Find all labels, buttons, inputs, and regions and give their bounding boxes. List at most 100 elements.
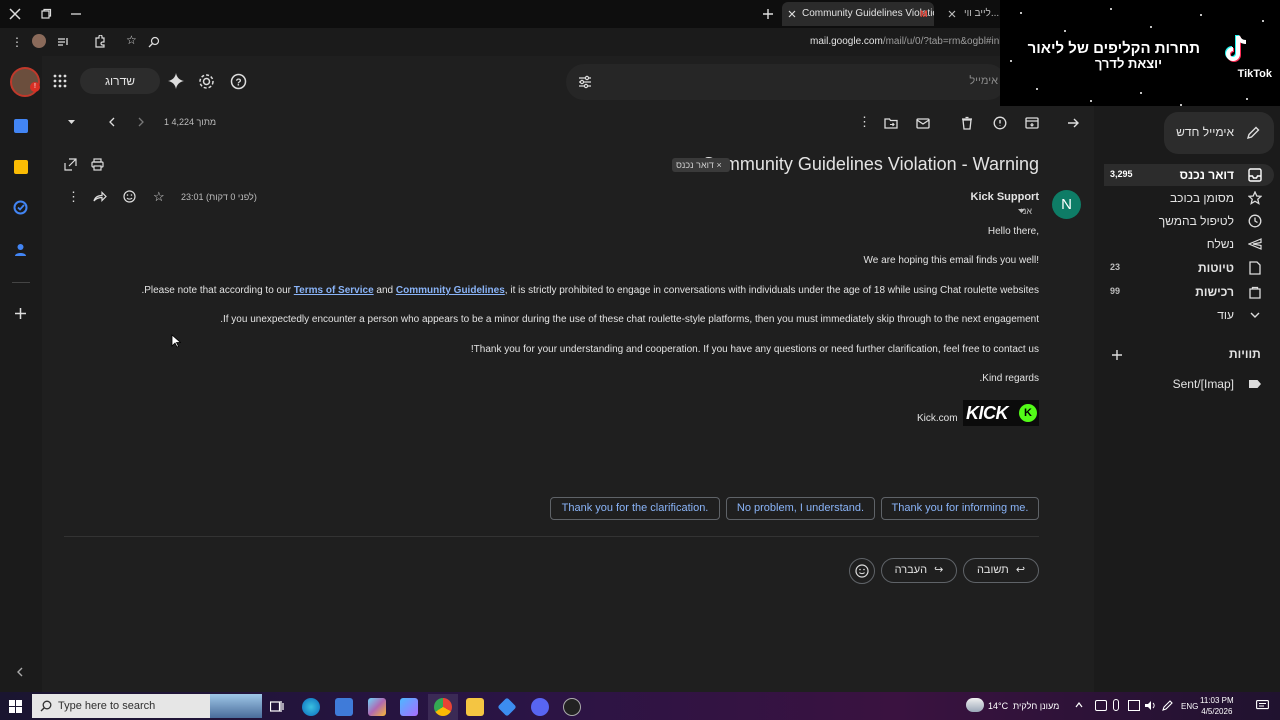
compose-button[interactable]: אימייל חדש — [1164, 112, 1274, 154]
more-options-icon[interactable]: ⋮ — [858, 114, 871, 130]
upgrade-button[interactable]: שדרוג — [80, 68, 160, 94]
task-view-icon[interactable] — [270, 700, 284, 713]
nav-item-label-sent-imap[interactable]: Sent/[Imap] — [1104, 373, 1274, 395]
search-input[interactable]: אימייל — [566, 64, 1006, 100]
label-icon — [1249, 380, 1261, 388]
store-icon[interactable] — [335, 698, 353, 716]
volume-icon[interactable] — [1144, 700, 1156, 711]
profile-avatar[interactable] — [32, 34, 46, 48]
nav-item-starred[interactable]: מסומן בכוכב — [1104, 187, 1274, 209]
labels-header: תוויות — [1229, 347, 1261, 361]
url-text[interactable]: mail.google.com/mail/u/0/?tab=rm&ogbl#in… — [810, 36, 1005, 47]
smart-reply-button[interactable]: No problem, I understand. — [726, 497, 875, 520]
obs-icon[interactable] — [563, 698, 581, 716]
nav-item-snoozed[interactable]: לטיפול בהמשך — [1104, 210, 1274, 232]
nav-item-more[interactable]: עוד — [1104, 304, 1274, 326]
media-icon[interactable] — [57, 36, 69, 48]
purchases-icon — [1249, 286, 1261, 299]
star-message-icon[interactable]: ☆ — [153, 189, 165, 205]
tasks-icon[interactable] — [13, 200, 28, 215]
edge-browser-icon[interactable] — [302, 698, 320, 716]
tab-inactive[interactable]: לייב ווי... — [942, 2, 1002, 26]
help-icon[interactable]: ? — [230, 73, 247, 90]
mouse-cursor-icon — [171, 334, 181, 348]
input-tools-dropdown-icon[interactable] — [67, 119, 76, 125]
nav-item-inbox[interactable]: 3,295 דואר נכנס — [1104, 164, 1274, 186]
reply-icon[interactable] — [93, 191, 107, 202]
keep-icon[interactable] — [14, 160, 28, 174]
message-more-icon[interactable]: ⋮ — [67, 189, 80, 205]
file-explorer-icon[interactable] — [466, 698, 484, 716]
archive-icon[interactable] — [1025, 116, 1039, 130]
bookmark-star-icon[interactable]: ☆ — [126, 33, 137, 47]
tiktok-overlay: תחרות הקליפים של ליאור יוצאת לדרך TikTok — [1000, 0, 1280, 114]
email-paragraph: .Please note that according to our Terms… — [141, 285, 1039, 296]
email-greeting: Hello there, — [987, 226, 1039, 237]
tab-title: לייב ווי... — [964, 8, 1000, 19]
label-chip-text: דואר נכנס — [676, 160, 714, 170]
tab-gmail-active[interactable]: Community Guidelines Violatio M — [782, 2, 934, 26]
mark-unread-icon[interactable] — [916, 116, 930, 130]
back-arrow-icon[interactable] — [1066, 116, 1080, 130]
taskbar-search-input[interactable]: Type here to search — [32, 694, 262, 718]
microsoft-365-icon[interactable] — [400, 698, 418, 716]
restore-window-icon[interactable] — [40, 8, 52, 20]
pencil-icon — [1246, 126, 1260, 140]
tray-app-icon[interactable] — [1095, 700, 1107, 711]
print-icon[interactable] — [91, 158, 104, 171]
taskbar-clock[interactable]: 11:03 PM 4/5/2026 — [1200, 695, 1234, 717]
calendar-icon[interactable] — [14, 119, 28, 133]
guidelines-link[interactable]: Community Guidelines — [396, 285, 505, 296]
label-chip[interactable]: דואר נכנס × — [672, 158, 730, 172]
nav-item-label: נשלח — [1206, 237, 1234, 251]
reply-button[interactable]: תשובה ↩ — [963, 558, 1039, 583]
nav-item-sent[interactable]: נשלח — [1104, 233, 1274, 255]
contacts-icon[interactable] — [13, 242, 28, 257]
emoji-reaction-button[interactable] — [849, 558, 875, 584]
zoom-icon[interactable] — [148, 36, 160, 48]
close-tab-icon[interactable] — [788, 10, 796, 18]
older-chevron-icon[interactable] — [137, 117, 145, 127]
search-options-icon[interactable] — [578, 75, 592, 89]
open-new-window-icon[interactable] — [64, 158, 77, 171]
gemini-sparkle-icon[interactable] — [168, 73, 184, 89]
apps-grid-icon[interactable] — [53, 74, 67, 88]
sender-name: Kick Support — [970, 191, 1039, 203]
notifications-icon[interactable] — [1256, 700, 1269, 712]
svg-text:?: ? — [235, 78, 241, 89]
move-to-folder-icon[interactable] — [884, 116, 898, 130]
discord-icon[interactable] — [531, 698, 549, 716]
settings-gear-icon[interactable] — [198, 73, 215, 90]
tray-overflow-icon[interactable] — [1075, 700, 1083, 710]
pen-input-icon[interactable] — [1162, 700, 1173, 711]
report-spam-icon[interactable] — [993, 116, 1007, 130]
microphone-icon[interactable] — [1113, 699, 1119, 711]
collapse-panel-icon[interactable] — [16, 667, 24, 677]
network-icon[interactable] — [1128, 700, 1140, 711]
nav-item-label: עוד — [1217, 308, 1234, 322]
new-tab-icon[interactable] — [762, 8, 774, 20]
nav-item-drafts[interactable]: 23 טיוטות — [1104, 257, 1274, 279]
terms-link[interactable]: Terms of Service — [294, 285, 374, 296]
add-reaction-icon[interactable] — [123, 190, 136, 203]
close-tab-icon[interactable] — [948, 10, 956, 18]
recipient-details-icon[interactable] — [1018, 209, 1025, 214]
delete-icon[interactable] — [960, 116, 974, 130]
windows-start-icon[interactable] — [9, 700, 22, 713]
forward-button[interactable]: העברה ↪ — [881, 558, 957, 583]
add-label-icon[interactable] — [1111, 349, 1123, 361]
chrome-icon[interactable] — [434, 698, 452, 716]
compose-label: אימייל חדש — [1176, 125, 1234, 139]
close-window-icon[interactable] — [9, 8, 21, 20]
copilot-icon[interactable] — [368, 698, 386, 716]
browser-menu-icon[interactable]: ⋮ — [11, 35, 23, 49]
language-indicator[interactable]: ENG — [1181, 702, 1198, 711]
remove-label-icon[interactable]: × — [716, 160, 721, 170]
smart-reply-button[interactable]: Thank you for informing me. — [881, 497, 1039, 520]
extensions-icon[interactable] — [93, 35, 106, 48]
smart-reply-button[interactable]: Thank you for the clarification. — [550, 497, 720, 520]
nav-item-purchases[interactable]: 99 רכישות — [1104, 281, 1274, 303]
add-app-icon[interactable] — [14, 307, 27, 320]
minimize-window-icon[interactable] — [70, 8, 82, 20]
newer-chevron-icon[interactable] — [108, 117, 116, 127]
